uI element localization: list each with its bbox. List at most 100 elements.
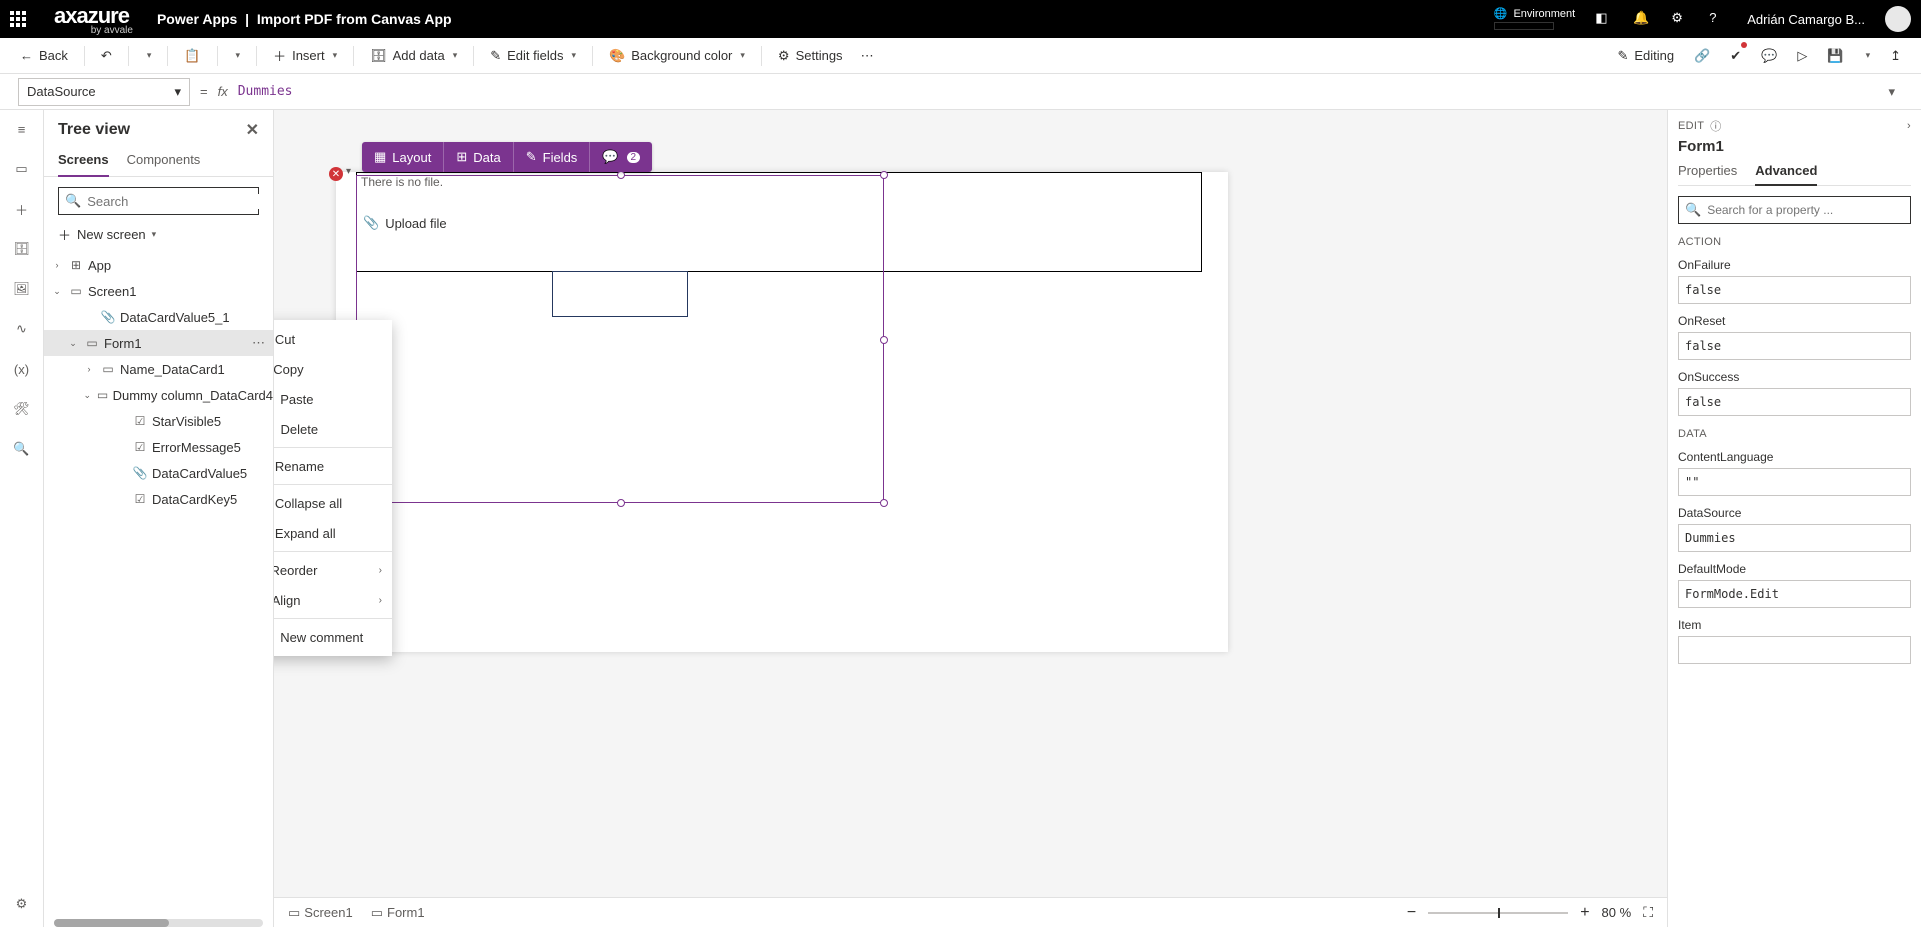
minitb-layout[interactable]: ▦ Layout [362,142,444,172]
tree-icon[interactable]: ▭ [13,160,31,178]
tree-item-star[interactable]: ☑StarVisible5 [44,408,273,434]
formula-input[interactable]: Dummies [238,84,1871,99]
minitb-fields[interactable]: ✎ Fields [514,142,591,172]
val-item[interactable] [1678,636,1911,664]
property-selector[interactable]: DataSource▾ [18,78,190,106]
ctx-expand[interactable]: ⊞Expand all [274,518,392,548]
tree-item-dcv5[interactable]: 📎DataCardValue5 [44,460,273,486]
val-datasource[interactable]: Dummies [1678,524,1911,552]
tree-item-form1[interactable]: ⌄▭Form1⋯ [44,330,273,356]
tab-components[interactable]: Components [127,146,201,176]
undo-dropdown[interactable]: ▾ [143,46,154,65]
add-data-button[interactable]: 🗄 Add data ▾ [368,44,459,68]
paste-button[interactable]: 📋 [182,44,202,68]
ctx-reorder[interactable]: ↕Reorder› [274,555,392,585]
minitb-data[interactable]: ⊞ Data [444,142,513,172]
checker-button[interactable]: ✔ [1728,44,1743,68]
ctx-comment[interactable]: 💬New comment [274,622,392,652]
ctx-paste[interactable]: 📋Paste [274,384,392,414]
tree-item-dcv51[interactable]: 📎DataCardValue5_1 [44,304,273,330]
variables-icon[interactable]: (x) [13,360,31,378]
tools-icon[interactable]: 🛠 [13,400,31,418]
insert-button[interactable]: ＋ Insert ▾ [271,42,339,69]
datacard-outline[interactable] [552,271,688,317]
search-nav-icon[interactable]: 🔍 [13,440,31,458]
val-defaultmode[interactable]: FormMode.Edit [1678,580,1911,608]
tree-item-namedc[interactable]: ›▭Name_DataCard1 [44,356,273,382]
zoom-slider[interactable] [1428,912,1568,914]
environment-picker[interactable]: 🌐Environment [1494,8,1575,29]
handle-se[interactable] [880,499,888,507]
crumb-screen[interactable]: ▭ Screen1 [288,905,353,921]
data-icon[interactable]: 🗄 [13,240,31,258]
tree-item-app[interactable]: ›⊞App [44,252,273,278]
panel-expand-icon[interactable]: › [1907,120,1911,132]
val-onsuccess[interactable]: false [1678,388,1911,416]
handle-e[interactable] [880,336,888,344]
tree-search[interactable]: 🔍 [58,187,259,215]
error-badge-icon[interactable]: ✕ [329,167,343,181]
more-icon[interactable]: ⋯ [252,335,265,351]
settings-icon[interactable]: ⚙ [1671,10,1689,28]
form-selection[interactable] [356,175,884,503]
ctx-collapse[interactable]: ⊟Collapse all [274,488,392,518]
tab-screens[interactable]: Screens [58,146,109,177]
handle-s[interactable] [617,499,625,507]
zoom-out-button[interactable]: − [1407,904,1416,922]
tree-item-dummydc[interactable]: ⌄▭Dummy column_DataCard4 [44,382,273,408]
notifications-icon[interactable]: 🔔 [1633,10,1651,28]
paste-dropdown[interactable]: ▾ [232,46,243,65]
undo-button[interactable]: ↶ [99,44,114,68]
ctx-align[interactable]: ≡Align› [274,585,392,615]
ctx-delete[interactable]: 🗑Delete [274,414,392,444]
user-name[interactable]: Adrián Camargo B... [1747,12,1865,27]
rp-search[interactable]: 🔍 [1678,196,1911,224]
bgcolor-button[interactable]: 🎨 Background color ▾ [607,44,747,68]
share-button[interactable]: 🔗 [1692,44,1712,68]
settings-button[interactable]: ⚙ Settings [776,44,845,68]
gear-icon[interactable]: ⚙ [13,895,31,913]
insert-icon[interactable]: ＋ [13,200,31,218]
close-icon[interactable]: ✕ [246,120,259,140]
ctx-rename[interactable]: ✎Rename [274,451,392,481]
avatar[interactable] [1885,6,1911,32]
back-button[interactable]: ← Back [18,44,70,67]
publish-button[interactable]: ↥ [1888,44,1903,68]
rp-search-input[interactable] [1707,203,1904,217]
val-contentlang[interactable]: "" [1678,468,1911,496]
minitb-comments[interactable]: 💬2 [590,142,652,172]
error-chevron-icon[interactable]: ▾ [346,166,351,177]
copilot-icon[interactable]: ◧ [1595,10,1613,28]
waffle-icon[interactable] [10,11,42,27]
flows-icon[interactable]: ∿ [13,320,31,338]
comments-button[interactable]: 💬 [1759,44,1779,68]
fit-button[interactable]: ⛶ [1643,904,1653,921]
hamburger-icon[interactable]: ≡ [13,120,31,138]
tree-search-input[interactable] [87,194,263,209]
ctx-copy[interactable]: ⧉Copy [274,354,392,384]
editing-toggle[interactable]: ✎ Editing [1615,44,1676,68]
help-icon[interactable]: ? [1709,10,1727,28]
tree-item-screen1[interactable]: ⌄▭Screen1 [44,278,273,304]
tree-item-err[interactable]: ☑ErrorMessage5 [44,434,273,460]
handle-n[interactable] [617,171,625,179]
val-onreset[interactable]: false [1678,332,1911,360]
formula-expand-icon[interactable]: ▾ [1880,80,1903,104]
tree-hscroll[interactable] [54,919,263,927]
handle-ne[interactable] [880,171,888,179]
ctx-cut[interactable]: ✂Cut [274,324,392,354]
save-dropdown[interactable]: ▾ [1862,46,1873,65]
crumb-form[interactable]: ▭ Form1 [371,905,425,921]
edit-fields-button[interactable]: ✎ Edit fields ▾ [488,44,578,68]
tree-item-dck5[interactable]: ☑DataCardKey5 [44,486,273,512]
zoom-in-button[interactable]: + [1580,904,1589,922]
tab-properties[interactable]: Properties [1678,163,1737,185]
help-icon[interactable]: ⓘ [1710,118,1721,134]
media-icon[interactable]: 🖼 [13,280,31,298]
save-button[interactable]: 💾 [1825,44,1845,68]
new-screen-button[interactable]: ＋ New screen ▾ [58,225,259,244]
val-onfailure[interactable]: false [1678,276,1911,304]
overflow-button[interactable]: ⋯ [859,44,876,68]
tab-advanced[interactable]: Advanced [1755,163,1817,186]
preview-button[interactable]: ▷ [1795,44,1809,68]
